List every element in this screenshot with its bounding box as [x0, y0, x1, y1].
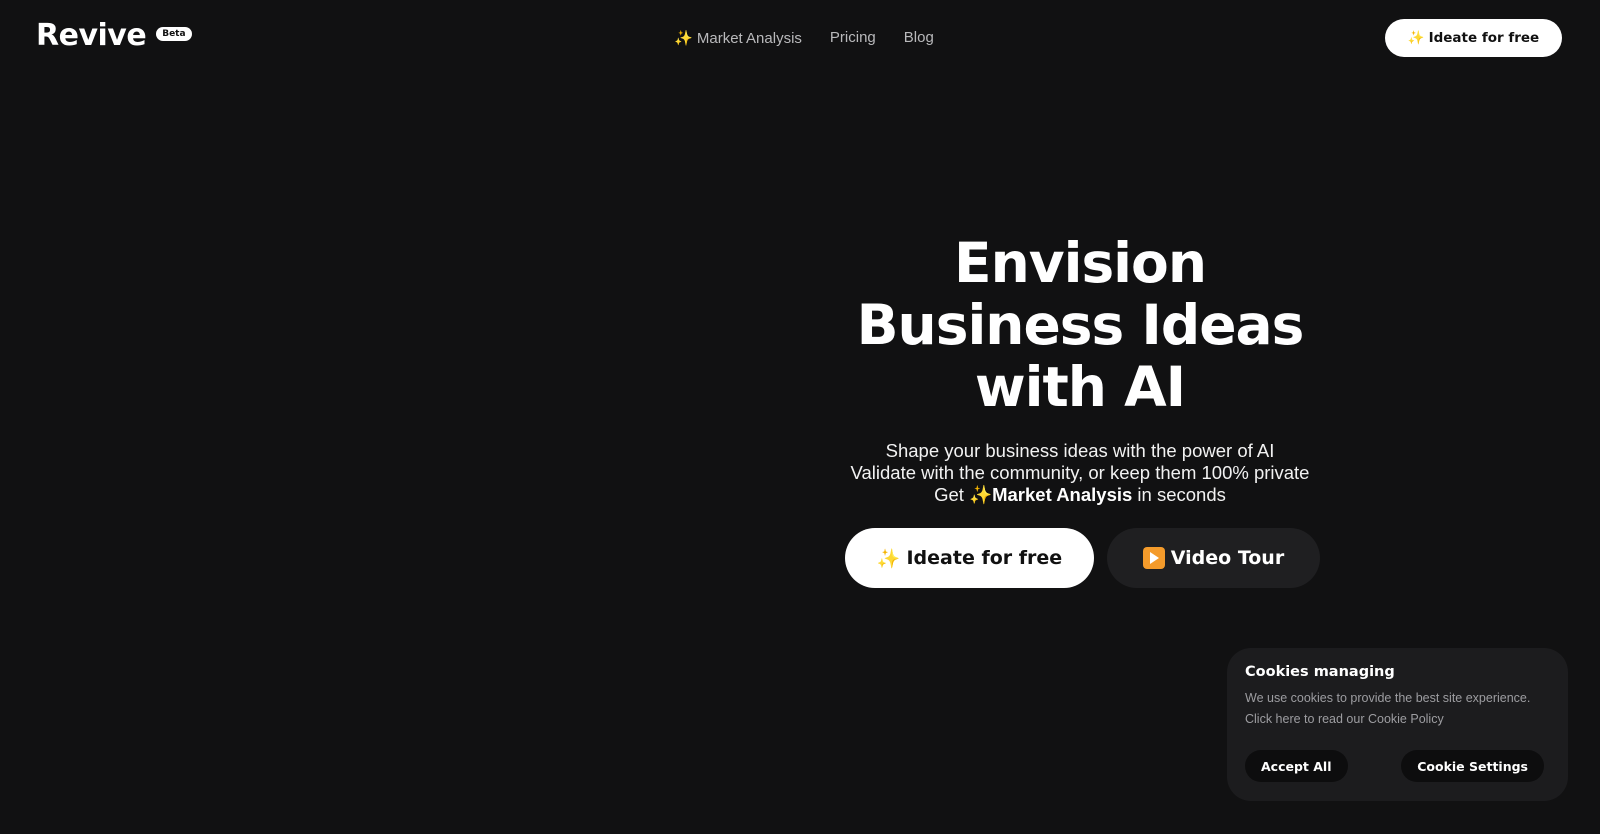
cookie-actions: Accept All Cookie Settings	[1245, 750, 1544, 782]
top-nav: ✨ Market Analysis Pricing Blog	[674, 29, 934, 47]
logo[interactable]: Revive Beta	[36, 18, 192, 53]
hero-subtitle-line: Get ✨Market Analysis in seconds	[840, 484, 1320, 506]
cookie-text: We use cookies to provide the best site …	[1245, 688, 1550, 730]
nav-pricing[interactable]: Pricing	[830, 29, 876, 47]
hero-title: Envision Business Ideas with AI	[840, 232, 1320, 418]
sparkle-icon: ✨	[1407, 30, 1425, 46]
hero-title-line: with AI	[974, 355, 1186, 419]
hero-subtitle-highlight: Market Analysis	[992, 484, 1133, 505]
cookie-settings-button[interactable]: Cookie Settings	[1401, 750, 1544, 782]
landing-page: Revive Beta ✨ Market Analysis Pricing Bl…	[0, 0, 1600, 834]
sparkle-icon: ✨	[969, 484, 993, 505]
header-ideate-button[interactable]: ✨ Ideate for free	[1385, 19, 1562, 57]
header-ideate-label: Ideate for free	[1428, 30, 1540, 46]
hero-subtitle-prefix: Get	[934, 484, 970, 505]
sparkle-icon: ✨	[876, 547, 901, 570]
cookie-text-line: We use cookies to provide the best site …	[1245, 691, 1531, 705]
play-icon	[1142, 547, 1165, 569]
hero-subtitle-line: Validate with the community, or keep the…	[850, 462, 1310, 483]
cookie-title: Cookies managing	[1245, 664, 1395, 680]
sparkle-icon: ✨	[674, 30, 693, 47]
video-tour-label: Video Tour	[1170, 547, 1285, 569]
hero-cta-row: ✨ Ideate for free Video Tour	[845, 528, 1320, 588]
logo-wordmark: Revive	[36, 18, 147, 53]
ideate-for-free-label: Ideate for free	[906, 547, 1063, 569]
hero-title-line: Business Ideas	[856, 293, 1305, 357]
nav-blog[interactable]: Blog	[904, 29, 934, 47]
cookie-policy-link[interactable]: Click here to read our Cookie Policy	[1245, 712, 1444, 726]
ideate-for-free-button[interactable]: ✨ Ideate for free	[845, 528, 1094, 588]
video-tour-button[interactable]: Video Tour	[1107, 528, 1320, 588]
hero-subtitle: Shape your business ideas with the power…	[840, 440, 1320, 506]
nav-market-analysis-label: Market Analysis	[696, 30, 802, 47]
cookie-banner: Cookies managing We use cookies to provi…	[1227, 648, 1568, 801]
hero-title-line: Envision	[954, 231, 1207, 295]
hero-subtitle-line: Shape your business ideas with the power…	[885, 440, 1275, 461]
hero-section: Envision Business Ideas with AI Shape yo…	[840, 232, 1320, 506]
nav-market-analysis[interactable]: ✨ Market Analysis	[674, 29, 802, 47]
beta-badge: Beta	[156, 26, 192, 41]
accept-all-button[interactable]: Accept All	[1245, 750, 1348, 782]
hero-subtitle-suffix: in seconds	[1132, 484, 1226, 505]
